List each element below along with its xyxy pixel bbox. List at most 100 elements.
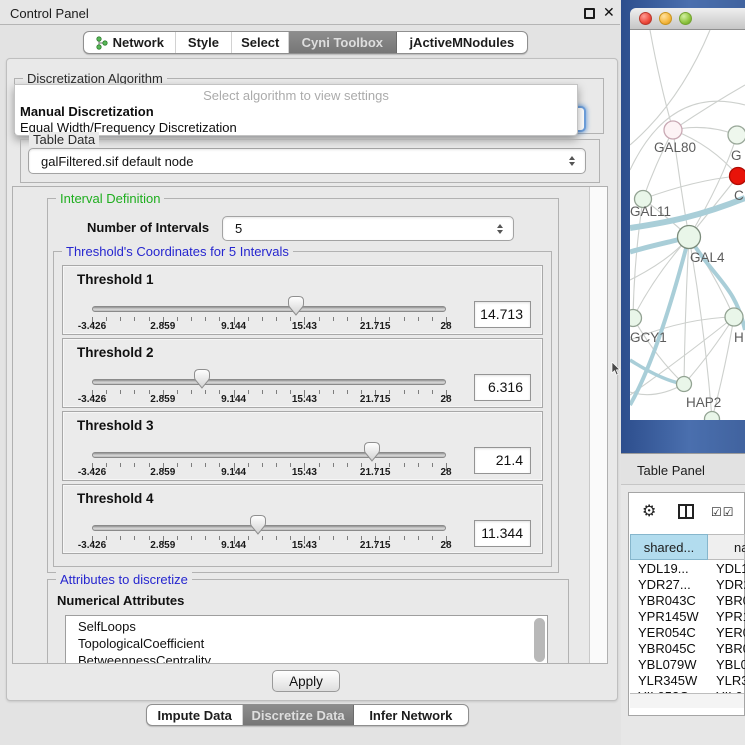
table-row[interactable]: YLR345W YLR3 bbox=[630, 673, 745, 689]
dropdown-option-manual[interactable]: Manual Discretization bbox=[15, 104, 577, 120]
table-row[interactable]: YDR27... YDR2 bbox=[630, 577, 745, 593]
slider-tick bbox=[276, 536, 277, 540]
threshold-slider-track[interactable] bbox=[92, 525, 446, 531]
slider-tick bbox=[248, 390, 249, 394]
table-hscrollbar-track[interactable] bbox=[630, 693, 744, 708]
attributes-list-scrollbar[interactable] bbox=[534, 618, 545, 662]
top-tab-bar: NetworkStyleSelectCyni ToolboxjActiveMNo… bbox=[83, 31, 528, 54]
table-row[interactable]: YBR043C YBR0 bbox=[630, 593, 745, 609]
network-node-hap2[interactable] bbox=[677, 377, 692, 392]
tab-discretize-data[interactable]: Discretize Data bbox=[243, 705, 353, 725]
table-row[interactable]: YBL079W YBL0 bbox=[630, 657, 745, 673]
num-intervals-label: Number of Intervals bbox=[87, 220, 209, 235]
network-node-h[interactable] bbox=[725, 308, 743, 326]
attribute-item[interactable]: TopologicalCoefficient bbox=[78, 636, 204, 651]
slider-tick-label: -3.426 bbox=[78, 321, 106, 332]
cell-name[interactable]: YBL0 bbox=[716, 657, 745, 672]
table-row[interactable]: YDL19... YDL1 bbox=[630, 561, 745, 577]
num-intervals-combobox[interactable]: 5 bbox=[222, 216, 514, 241]
slider-tick bbox=[248, 463, 249, 467]
cell-name[interactable]: YER0 bbox=[716, 625, 745, 640]
threshold-value-field[interactable]: 11.344 bbox=[474, 520, 531, 547]
cell-name[interactable]: YPR1 bbox=[716, 609, 745, 624]
tab-jactivemnodules[interactable]: jActiveMNodules bbox=[397, 32, 527, 53]
network-node-c[interactable] bbox=[730, 168, 745, 185]
mouse-cursor bbox=[611, 362, 621, 376]
network-node-gal80[interactable] bbox=[664, 121, 682, 139]
cell-shared-name[interactable]: YBR045C bbox=[638, 641, 696, 656]
interval-definition-title: Interval Definition bbox=[56, 191, 164, 206]
tab-select[interactable]: Select bbox=[232, 32, 289, 53]
attributes-list[interactable]: SelfLoops TopologicalCoefficient Betweenne… bbox=[65, 615, 548, 664]
threshold-value-field[interactable]: 14.713 bbox=[474, 301, 531, 328]
cell-shared-name[interactable]: YDR27... bbox=[638, 577, 691, 592]
slider-tick-label: 9.144 bbox=[221, 321, 246, 332]
threshold-slider-track[interactable] bbox=[92, 379, 446, 385]
slider-tick-label: 15.43 bbox=[292, 321, 317, 332]
network-view-canvas[interactable]: GAL80GCGAL11GAL4GCY1HHAP2 bbox=[630, 30, 745, 420]
cell-name[interactable]: YDL1 bbox=[716, 561, 745, 576]
threshold-slider-track[interactable] bbox=[92, 452, 446, 458]
network-node-gcy1[interactable] bbox=[630, 310, 642, 327]
threshold-value-field[interactable]: 6.316 bbox=[474, 374, 531, 401]
tab-label: Discretize Data bbox=[251, 708, 344, 723]
slider-tick bbox=[205, 536, 206, 540]
network-node[interactable] bbox=[705, 412, 720, 421]
cell-shared-name[interactable]: YER054C bbox=[638, 625, 696, 640]
cell-shared-name[interactable]: YBL079W bbox=[638, 657, 697, 672]
slider-tick bbox=[319, 536, 320, 540]
network-node-label: H bbox=[734, 330, 744, 345]
table-row[interactable]: YER054C YER0 bbox=[630, 625, 745, 641]
settings-scrollpane: Interval Definition Number of Intervals … bbox=[12, 186, 608, 664]
threshold-label: Threshold 1 bbox=[77, 272, 154, 287]
attribute-item[interactable]: SelfLoops bbox=[78, 619, 136, 634]
threshold-value-field[interactable]: 21.4 bbox=[474, 447, 531, 474]
threshold-slider-track[interactable] bbox=[92, 306, 446, 312]
threshold-slider-thumb[interactable] bbox=[364, 442, 380, 462]
apply-button[interactable]: Apply bbox=[272, 670, 340, 692]
num-intervals-value: 5 bbox=[223, 221, 493, 236]
slider-tick bbox=[432, 390, 433, 394]
threshold-slider-thumb[interactable] bbox=[288, 296, 304, 316]
threshold-slider-thumb[interactable] bbox=[194, 369, 210, 389]
settings-scrollbar-track[interactable] bbox=[589, 187, 607, 664]
cell-name[interactable]: YBR0 bbox=[716, 641, 745, 656]
attribute-item[interactable]: BetweennessCentrality bbox=[78, 653, 211, 664]
mac-minimize-button[interactable] bbox=[659, 12, 672, 25]
table-row[interactable]: YPR145W YPR1 bbox=[630, 609, 745, 625]
tab-cyni-toolbox[interactable]: Cyni Toolbox bbox=[289, 32, 397, 53]
bottom-tab-bar: Impute Data Discretize Data Infer Network bbox=[146, 704, 469, 726]
network-window-titlebar[interactable] bbox=[630, 8, 745, 30]
tab-impute-data[interactable]: Impute Data bbox=[147, 705, 243, 725]
mac-zoom-button[interactable] bbox=[679, 12, 692, 25]
slider-tick bbox=[319, 390, 320, 394]
cell-shared-name[interactable]: YLR345W bbox=[638, 673, 697, 688]
threshold-slider-thumb[interactable] bbox=[250, 515, 266, 535]
network-node-label: GCY1 bbox=[630, 330, 667, 345]
dropdown-option-equal-width[interactable]: Equal Width/Frequency Discretization bbox=[15, 120, 577, 136]
tab-network[interactable]: Network bbox=[84, 32, 176, 53]
slider-tick bbox=[404, 463, 405, 467]
numerical-attributes-label: Numerical Attributes bbox=[57, 593, 184, 608]
checkbox-icons[interactable]: ☑☑ bbox=[711, 505, 735, 519]
cell-shared-name[interactable]: YBR043C bbox=[638, 593, 696, 608]
cell-shared-name[interactable]: YPR145W bbox=[638, 609, 699, 624]
table-row[interactable]: YBR045C YBR0 bbox=[630, 641, 745, 657]
dropdown-placeholder-item[interactable]: Select algorithm to view settings bbox=[15, 88, 577, 104]
cell-name[interactable]: YBR0 bbox=[716, 593, 745, 608]
float-window-icon[interactable] bbox=[584, 8, 595, 19]
gear-icon[interactable]: ⚙ bbox=[642, 501, 656, 521]
tab-infer-network[interactable]: Infer Network bbox=[354, 705, 468, 725]
table-data-combobox[interactable]: galFiltered.sif default node bbox=[28, 148, 586, 174]
network-node-g[interactable] bbox=[728, 126, 745, 144]
cell-shared-name[interactable]: YDL19... bbox=[638, 561, 689, 576]
column-header-name[interactable]: na bbox=[708, 534, 745, 560]
network-node-gal4[interactable] bbox=[678, 226, 701, 249]
mac-close-button[interactable] bbox=[639, 12, 652, 25]
column-header-shared[interactable]: shared... bbox=[630, 534, 708, 560]
tab-style[interactable]: Style bbox=[176, 32, 233, 53]
column-layout-icon[interactable] bbox=[678, 504, 694, 519]
close-icon[interactable]: ✕ bbox=[603, 4, 615, 21]
cell-name[interactable]: YLR3 bbox=[716, 673, 745, 688]
cell-name[interactable]: YDR2 bbox=[716, 577, 745, 592]
